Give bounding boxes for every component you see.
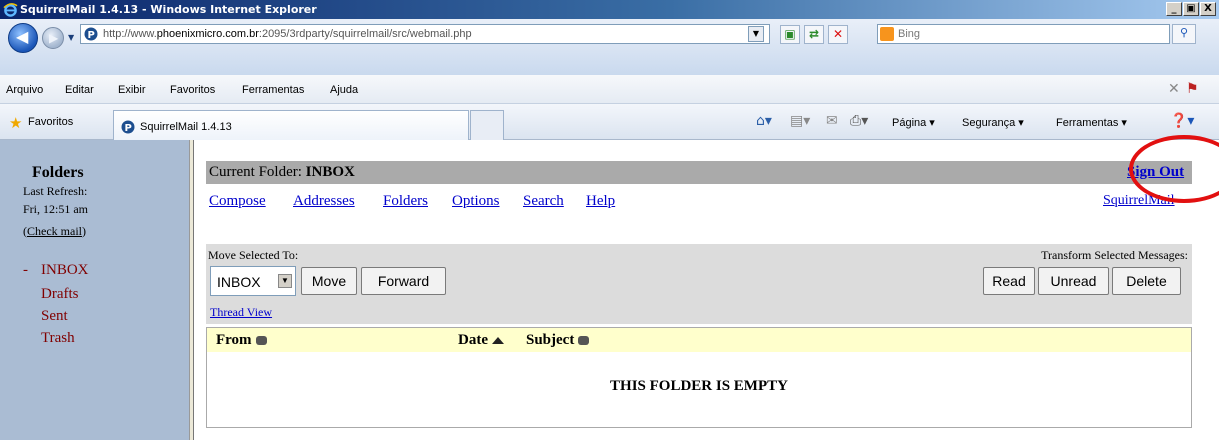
move-button[interactable]: Move: [301, 267, 357, 295]
forward-nav-button[interactable]: ▶: [42, 27, 64, 49]
tab-title: SquirrelMail 1.4.13: [140, 121, 232, 133]
new-tab-button[interactable]: [470, 110, 504, 140]
search-input[interactable]: Bing: [877, 24, 1170, 44]
sort-ascending-icon[interactable]: [492, 337, 504, 345]
folder-drafts[interactable]: Drafts: [41, 286, 79, 303]
favorites-star-icon[interactable]: ★: [9, 114, 22, 132]
translate-icon[interactable]: ⚑: [1186, 81, 1199, 97]
thread-view-link[interactable]: Thread View: [210, 305, 272, 320]
column-from[interactable]: From: [216, 332, 267, 349]
move-target-value: INBOX: [217, 274, 261, 290]
help-link[interactable]: Help: [586, 193, 615, 210]
move-selected-label: Move Selected To:: [208, 248, 299, 262]
options-link[interactable]: Options: [452, 193, 500, 210]
menu-arquivo[interactable]: Arquivo: [6, 84, 43, 96]
tab-squirrelmail[interactable]: P SquirrelMail 1.4.13: [113, 110, 469, 140]
address-dropdown-icon[interactable]: ▼: [748, 26, 764, 42]
address-input[interactable]: P http://www.phoenixmicro.com.br:2095/3r…: [80, 24, 770, 44]
refresh-icon[interactable]: ⇄: [804, 25, 824, 44]
sort-icon[interactable]: [578, 336, 590, 346]
svg-text:P: P: [125, 123, 132, 134]
folder-inbox[interactable]: INBOX: [41, 262, 89, 279]
sort-icon[interactable]: [255, 336, 267, 346]
current-folder-label: Current Folder: INBOX: [209, 164, 355, 180]
search-placeholder: Bing: [898, 28, 921, 40]
message-table-header: From Date Subject: [207, 328, 1191, 352]
message-list-frame: Current Folder: INBOX Sign Out Compose A…: [194, 135, 1219, 440]
close-window-button[interactable]: X: [1200, 2, 1216, 16]
message-actions: Move Selected To: Transform Selected Mes…: [206, 244, 1192, 324]
folder-trash[interactable]: Trash: [41, 330, 75, 347]
restore-button[interactable]: ▣: [1183, 2, 1199, 16]
compatibility-view-icon[interactable]: ▣: [780, 25, 800, 44]
current-folder-marker: -: [23, 262, 28, 278]
current-folder-bar: Current Folder: INBOX: [206, 161, 1192, 184]
forward-button[interactable]: Forward: [361, 267, 446, 295]
back-arrow-icon: ◀: [16, 27, 29, 46]
page-menu[interactable]: Página ▾: [892, 116, 935, 129]
search-icon[interactable]: ⚲: [1172, 24, 1196, 44]
mail-icon[interactable]: ✉: [826, 113, 838, 129]
read-button[interactable]: Read: [983, 267, 1035, 295]
menu-editar[interactable]: Editar: [65, 84, 94, 96]
search-link[interactable]: Search: [523, 193, 564, 210]
help-icon[interactable]: ❓▾: [1170, 113, 1194, 129]
chevron-down-icon: ▼: [278, 274, 292, 288]
folder-sent[interactable]: Sent: [41, 308, 68, 325]
url-text: http://www.phoenixmicro.com.br:2095/3rdp…: [103, 28, 472, 40]
tools-menu[interactable]: Ferramentas ▾: [1056, 116, 1127, 129]
addresses-link[interactable]: Addresses: [293, 193, 355, 210]
menu-ferramentas[interactable]: Ferramentas: [242, 84, 304, 96]
window-title: SquirrelMail 1.4.13 - Windows Internet E…: [20, 3, 317, 16]
internet-explorer-icon: [3, 3, 18, 17]
stop-icon[interactable]: ✕: [828, 25, 848, 44]
menu-exibir[interactable]: Exibir: [118, 84, 146, 96]
folders-title: Folders: [32, 164, 84, 181]
delete-button[interactable]: Delete: [1112, 267, 1181, 295]
history-dropdown-icon[interactable]: ▼: [68, 33, 74, 42]
svg-text:P: P: [88, 30, 95, 41]
move-target-select[interactable]: INBOX ▼: [210, 266, 296, 296]
last-refresh-label: Last Refresh:: [23, 184, 88, 198]
last-refresh-time: Fri, 12:51 am: [23, 202, 88, 216]
bing-icon: [880, 27, 894, 41]
folder-frame: Folders Last Refresh: Fri, 12:51 am (Che…: [0, 140, 189, 440]
check-mail: (Check mail): [23, 224, 86, 238]
column-date[interactable]: Date: [458, 332, 504, 349]
security-menu[interactable]: Segurança ▾: [962, 116, 1024, 129]
menu-bar: Arquivo Editar Exibir Favoritos Ferramen…: [0, 75, 1219, 104]
menu-favoritos[interactable]: Favoritos: [170, 84, 215, 96]
forward-arrow-icon: ▶: [49, 31, 59, 45]
feeds-icon[interactable]: ▤▾: [790, 113, 810, 129]
close-toolbar-icon[interactable]: ✕: [1168, 81, 1180, 97]
window-title-bar: SquirrelMail 1.4.13 - Windows Internet E…: [0, 0, 1219, 19]
print-icon[interactable]: ⎙▾: [850, 113, 868, 129]
compose-link[interactable]: Compose: [209, 193, 266, 210]
address-toolbar: ◀ ▶ ▼ P http://www.phoenixmicro.com.br:2…: [0, 19, 1219, 75]
minimize-button[interactable]: _: [1166, 2, 1182, 16]
transform-label: Transform Selected Messages:: [1041, 248, 1188, 262]
folders-link[interactable]: Folders: [383, 193, 428, 210]
site-favicon-icon: P: [84, 27, 98, 41]
unread-button[interactable]: Unread: [1038, 267, 1109, 295]
favorites-bar: ★ Favoritos P SquirrelMail 1.4.13 ⌂▾ ▤▾ …: [0, 104, 1219, 140]
message-table: From Date Subject THIS FOLDER IS EMPTY: [206, 327, 1192, 428]
favorites-button[interactable]: Favoritos: [28, 116, 73, 128]
site-favicon-icon: P: [121, 120, 135, 134]
back-button[interactable]: ◀: [8, 23, 38, 53]
page-content: Folders Last Refresh: Fri, 12:51 am (Che…: [0, 135, 1219, 440]
empty-folder-message: THIS FOLDER IS EMPTY: [610, 378, 788, 394]
column-subject[interactable]: Subject: [526, 332, 590, 349]
home-icon[interactable]: ⌂▾: [756, 113, 772, 129]
menu-ajuda[interactable]: Ajuda: [330, 84, 358, 96]
check-mail-link[interactable]: Check mail: [27, 224, 82, 238]
